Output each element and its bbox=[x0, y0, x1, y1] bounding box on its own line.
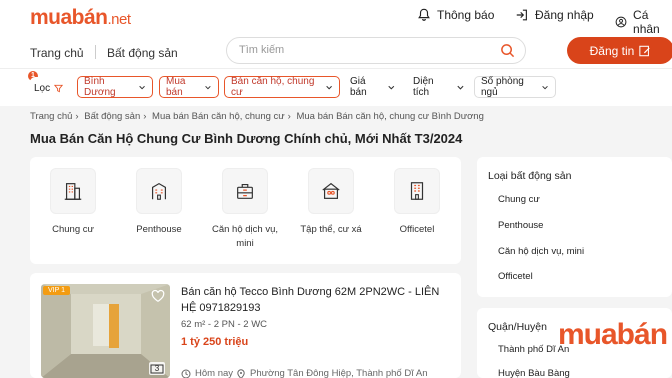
filter-transaction[interactable]: Mua bán bbox=[159, 76, 219, 98]
chevron-down-icon bbox=[542, 85, 548, 89]
category-label: Penthouse bbox=[136, 224, 182, 235]
vip-badge: VIP 1 bbox=[43, 286, 70, 295]
property-type-item[interactable]: Officetel bbox=[498, 271, 533, 282]
post-ad-button[interactable]: Đăng tin bbox=[567, 37, 672, 64]
breadcrumb-item[interactable]: Mua bán Bán căn hộ, chung cư bbox=[152, 111, 285, 122]
property-type-title: Loại bất động sản bbox=[488, 170, 572, 182]
category-apartment[interactable] bbox=[50, 168, 96, 214]
login-icon bbox=[516, 9, 527, 21]
filter-price[interactable]: Giá bán bbox=[344, 76, 402, 98]
breadcrumb-item[interactable]: Bất động sản bbox=[84, 111, 140, 122]
header: muabán.net Thông báo Đăng nhập Cá nhân T… bbox=[0, 0, 672, 68]
breadcrumb: Trang chủ › Bất động sản › Mua bán Bán căn… bbox=[30, 111, 484, 122]
category-penthouse[interactable] bbox=[136, 168, 182, 214]
breadcrumb-item-current: Mua bán Bán căn hộ, chung cư Bình Dương bbox=[296, 111, 484, 122]
listing-time: Hôm nay bbox=[181, 368, 233, 378]
page-title: Mua Bán Căn Hộ Chung Cư Bình Dương Chính… bbox=[30, 131, 463, 146]
filter-transaction-label: Mua bán bbox=[166, 76, 186, 98]
district-item[interactable]: Huyện Bàu Bàng bbox=[498, 368, 570, 378]
nav-divider bbox=[95, 45, 96, 59]
filter-category-label: Bán căn hộ, chung cư bbox=[231, 76, 315, 98]
watermark-logo: muabán bbox=[558, 318, 668, 351]
property-type-item[interactable]: Penthouse bbox=[498, 220, 543, 231]
category-label: Tập thể, cư xá bbox=[300, 224, 362, 235]
notifications-label: Thông báo bbox=[437, 8, 495, 22]
notifications-link[interactable]: Thông báo bbox=[417, 8, 494, 22]
chevron-down-icon bbox=[205, 85, 211, 89]
post-ad-label: Đăng tin bbox=[589, 43, 635, 58]
user-icon bbox=[615, 16, 627, 28]
search-box[interactable]: Tìm kiếm bbox=[226, 37, 526, 64]
filter-label: Lọc bbox=[34, 82, 51, 94]
listing-location-label: Phường Tân Đông Hiệp, Thành phố Dĩ An bbox=[250, 368, 428, 378]
edit-icon bbox=[639, 45, 651, 56]
filter-button[interactable]: Lọc bbox=[30, 77, 68, 99]
funnel-icon bbox=[54, 84, 64, 92]
filter-province-label: Bình Dương bbox=[84, 76, 116, 98]
filter-province[interactable]: Bình Dương bbox=[77, 76, 153, 98]
filter-bedrooms[interactable]: Số phòng ngủ bbox=[474, 76, 556, 98]
site-logo[interactable]: muabán.net bbox=[30, 6, 131, 30]
login-label: Đăng nhập bbox=[535, 8, 594, 22]
filter-area[interactable]: Diện tích bbox=[407, 76, 471, 98]
category-label: Officetel bbox=[399, 224, 435, 235]
listing-title[interactable]: Bán căn hộ Tecco Bình Dương 62M 2PN2WC -… bbox=[181, 284, 451, 316]
breadcrumb-item[interactable]: Trang chủ bbox=[30, 111, 72, 122]
chevron-down-icon bbox=[139, 85, 145, 89]
listing-location: Phường Tân Đông Hiệp, Thành phố Dĩ An bbox=[236, 368, 428, 378]
heart-icon[interactable] bbox=[151, 289, 165, 303]
officetel-icon bbox=[410, 182, 424, 200]
profile-link[interactable]: Cá nhân bbox=[615, 8, 672, 36]
chevron-down-icon bbox=[457, 85, 464, 90]
listing-time-label: Hôm nay bbox=[195, 368, 234, 378]
profile-label: Cá nhân bbox=[633, 8, 660, 36]
service-apartment-icon bbox=[237, 183, 253, 199]
chevron-down-icon bbox=[326, 85, 332, 89]
photo-count: 3 bbox=[149, 362, 165, 375]
property-type-item[interactable]: Chung cư bbox=[498, 194, 540, 205]
nav-real-estate[interactable]: Bất động sản bbox=[107, 46, 178, 60]
photo-count-value: 3 bbox=[154, 364, 160, 373]
apartment-building-icon bbox=[64, 183, 82, 200]
search-icon[interactable] bbox=[500, 43, 515, 58]
location-pin-icon bbox=[237, 368, 245, 378]
nav-home[interactable]: Trang chủ bbox=[30, 46, 84, 60]
penthouse-icon bbox=[151, 182, 167, 200]
category-collective[interactable] bbox=[308, 168, 354, 214]
collective-housing-icon bbox=[322, 182, 340, 199]
listing-price: 1 tỷ 250 triệu bbox=[181, 336, 249, 348]
chevron-down-icon bbox=[388, 85, 395, 90]
filter-bedrooms-label: Số phòng ngủ bbox=[481, 76, 524, 98]
listing-specs: 62 m² - 2 PN - 2 WC bbox=[181, 319, 268, 330]
filter-category[interactable]: Bán căn hộ, chung cư bbox=[224, 76, 340, 98]
category-label: Căn hộ dịch vụ, mini bbox=[211, 224, 278, 249]
category-officetel[interactable] bbox=[394, 168, 440, 214]
clock-icon bbox=[181, 369, 191, 378]
category-service-apartment[interactable] bbox=[222, 168, 268, 214]
filter-price-label: Giá bán bbox=[350, 76, 367, 98]
search-input[interactable]: Tìm kiếm bbox=[239, 44, 284, 56]
login-link[interactable]: Đăng nhập bbox=[515, 8, 594, 22]
property-type-item[interactable]: Căn hộ dịch vụ, mini bbox=[498, 246, 584, 257]
filter-area-label: Diện tích bbox=[413, 76, 434, 98]
bell-icon bbox=[418, 8, 430, 21]
category-label: Chung cư bbox=[52, 224, 94, 235]
district-title: Quận/Huyện bbox=[488, 321, 547, 333]
